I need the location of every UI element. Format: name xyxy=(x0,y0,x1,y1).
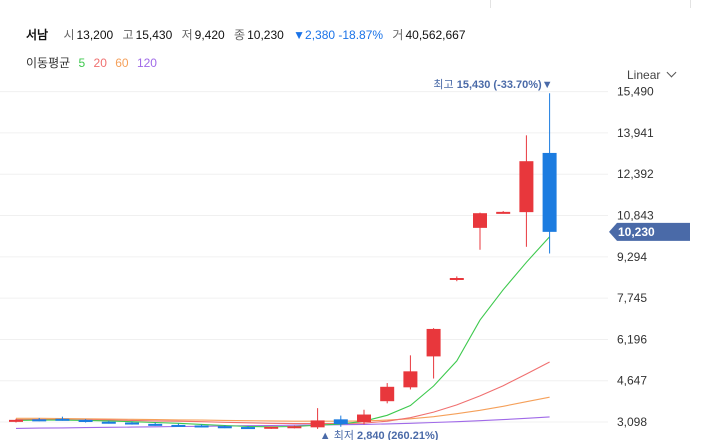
candle-body xyxy=(241,427,255,430)
min-annotation: ▲ 최저 2,840 (260.21%) xyxy=(320,429,439,440)
min-value: 2,840 (260.21%) xyxy=(357,430,439,440)
max-value: 15,430 (-33.70%) xyxy=(457,79,542,91)
candle-body xyxy=(403,371,418,388)
candle-body xyxy=(217,426,232,429)
candle-body xyxy=(287,426,302,429)
candle-body xyxy=(32,419,47,422)
y-tick-label: 4,647 xyxy=(617,374,647,388)
candle-body xyxy=(496,211,511,214)
y-tick-label: 6,196 xyxy=(617,332,647,346)
candle-body xyxy=(380,386,395,402)
max-label: 최고 xyxy=(433,78,456,91)
y-tick-label: 10,843 xyxy=(617,209,654,223)
price-chart[interactable]: 15,490 13,941 12,392 10,843 9,294 7,745 6,196 4… xyxy=(0,0,703,440)
candle-body xyxy=(125,422,139,425)
candle-body xyxy=(101,421,116,424)
y-tick-label: 7,745 xyxy=(617,291,647,305)
candle-body xyxy=(519,161,534,213)
candle-body xyxy=(264,426,279,429)
y-tick-label: 13,941 xyxy=(617,126,654,140)
candle-body xyxy=(55,418,70,421)
candle-body xyxy=(171,424,186,427)
ma5-line xyxy=(15,236,551,428)
candle-body xyxy=(426,328,441,357)
y-tick-label: 15,490 xyxy=(617,85,654,99)
candle-body xyxy=(310,420,325,428)
y-tick-label: 12,392 xyxy=(617,167,654,181)
y-tick-label: 9,294 xyxy=(617,250,647,264)
candle-body xyxy=(194,425,209,428)
candle-body xyxy=(148,423,163,426)
current-price-label: 10,230 xyxy=(618,225,655,239)
candle-body xyxy=(449,278,464,280)
candle-body xyxy=(473,213,487,228)
candle-body xyxy=(542,152,557,232)
ma60-line xyxy=(16,396,550,422)
ma20-line xyxy=(16,361,550,425)
max-annotation: 최고 15,430 (-33.70%)▼ xyxy=(433,78,552,91)
candle-body xyxy=(357,414,371,422)
candle-body xyxy=(333,419,348,425)
candle-body xyxy=(9,419,23,422)
y-tick-label: 3,098 xyxy=(617,415,647,429)
min-marker: ▲ 최저 xyxy=(320,429,357,440)
max-marker: ▼ xyxy=(542,79,553,91)
candle-body xyxy=(78,419,93,422)
